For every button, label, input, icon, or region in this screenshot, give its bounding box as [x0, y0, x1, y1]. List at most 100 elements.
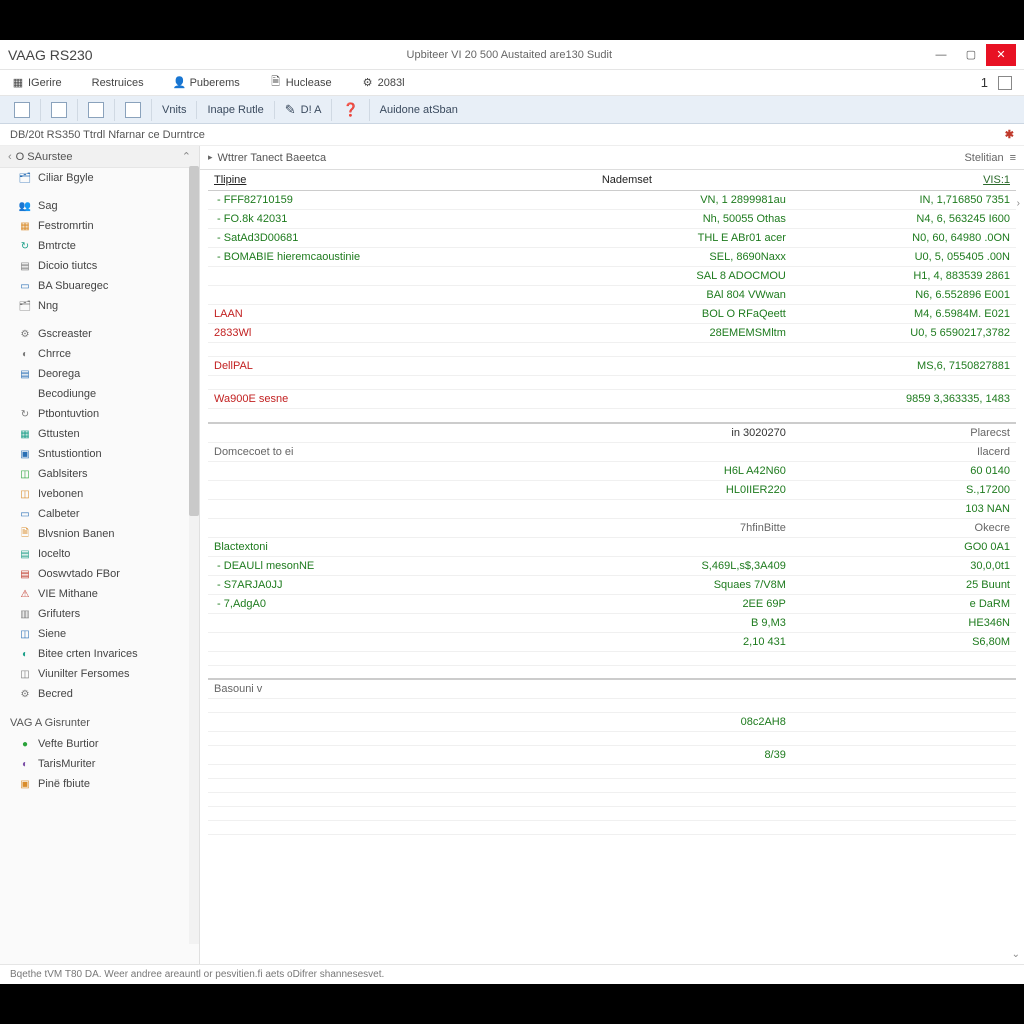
table-row[interactable]: - SatAd3D00681THL E ABr01 acerN0, 60, 64…	[208, 229, 1016, 248]
sidebar-item[interactable]: ▭Calbeter	[0, 504, 199, 524]
sidebar-item[interactable]: ▦Gttusten	[0, 424, 199, 444]
table-row[interactable]: BlactextoniGO0 0A1	[208, 537, 1016, 556]
table-row[interactable]: Domcecoet to eiIlacerd	[208, 442, 1016, 461]
ribbon-item-2[interactable]	[78, 99, 115, 121]
ribbon-item-4[interactable]: Vnits	[152, 101, 197, 119]
sidebar-item[interactable]: ⚙Becred	[0, 684, 199, 704]
scroll-right-icon[interactable]: ›	[1017, 198, 1020, 209]
table-row[interactable]: 2,10 431S6,80M	[208, 632, 1016, 651]
table-row[interactable]	[208, 665, 1016, 679]
table-row[interactable]: 8/39	[208, 746, 1016, 765]
sidebar-item[interactable]: Becodiunge	[0, 384, 199, 404]
table-row[interactable]: - DEAULl mesonNES,469L,s$,3A40930,0,0t1	[208, 556, 1016, 575]
table-row[interactable]: SAL 8 ADOCMOUH1, 4, 883539 2861	[208, 267, 1016, 286]
sidebar-item[interactable]: ◐Chrrce	[0, 344, 199, 364]
sidebar-item[interactable]: ↻Bmtrcte	[0, 236, 199, 256]
table-row[interactable]	[208, 732, 1016, 746]
sidebar-item[interactable]: 🗂Ciliar Bgyle	[0, 168, 199, 188]
sidebar-item[interactable]: ⚠VIE Mithane	[0, 584, 199, 604]
table-row[interactable]	[208, 821, 1016, 835]
table-row[interactable]: - S7ARJA0JJSquaes 7/V8M25 Buunt	[208, 575, 1016, 594]
sidebar-item[interactable]: ▣Sntustiontion	[0, 444, 199, 464]
close-button[interactable]: ✕	[986, 44, 1016, 66]
sidebar-item[interactable]: ▣Pinë fbiute	[0, 774, 199, 794]
ribbon-item-3[interactable]	[115, 99, 152, 121]
ribbon-item-6[interactable]: ✎D! A	[275, 99, 333, 121]
sheet-action[interactable]: Stelitian	[964, 152, 1003, 164]
table-row[interactable]: B 9,M3HE346N	[208, 613, 1016, 632]
table-row[interactable]	[208, 651, 1016, 665]
sheet-caret-icon[interactable]: ▸	[208, 152, 213, 163]
menu-item-1[interactable]: Restruices	[84, 74, 152, 92]
minimize-button[interactable]: —	[926, 44, 956, 66]
sidebar-collapse-icon[interactable]: ⌃	[182, 150, 191, 163]
table-row[interactable]: - BOMABIE hieremcaoustinieSEL, 8690NaxxU…	[208, 248, 1016, 267]
table-row[interactable]: 7hfinBitteOkecre	[208, 518, 1016, 537]
table-row[interactable]	[208, 807, 1016, 821]
table-row[interactable]: 08c2AH8	[208, 713, 1016, 732]
table-row[interactable]: BAl 804 VWwanN6, 6.552896 E001	[208, 286, 1016, 305]
table-row[interactable]: HL0IIER220S.,17200	[208, 480, 1016, 499]
menu-item-2[interactable]: 👤Puberems	[166, 74, 248, 92]
scroll-down-icon[interactable]: ⌄	[1012, 949, 1020, 960]
table-row[interactable]	[208, 793, 1016, 807]
sidebar-item[interactable]: ◫Gablsiters	[0, 464, 199, 484]
col-header-1[interactable]: Tlipine	[208, 170, 596, 191]
table-row[interactable]	[208, 699, 1016, 713]
table-row[interactable]: LAANBOL O RFaQeettM4, 6.5984M. E021	[208, 305, 1016, 324]
sidebar-item[interactable]: ◐Bitee crten Invarices	[0, 644, 199, 664]
table-row[interactable]: H6L A42N6060 0140	[208, 461, 1016, 480]
sidebar-item[interactable]: ↻Ptbontuvtion	[0, 404, 199, 424]
table-row[interactable]	[208, 343, 1016, 357]
sidebar-item[interactable]: ▤Deorega	[0, 364, 199, 384]
sidebar-item[interactable]: ▤Dicoio tiutcs	[0, 256, 199, 276]
breadcrumb-close-icon[interactable]: ✱	[1005, 128, 1014, 141]
table-row[interactable]	[208, 376, 1016, 390]
cell-c3: U0, 5, 055405 .00N	[792, 248, 1016, 267]
sidebar-item[interactable]: ⚙Gscreaster	[0, 324, 199, 344]
table-row[interactable]: DellPALMS,6, 7150827881	[208, 357, 1016, 376]
table-row[interactable]: in 3020270Plarecst	[208, 423, 1016, 443]
table-row[interactable]: 103 NAN	[208, 499, 1016, 518]
table-row[interactable]: 2833Wl28EMEMSMltmU0, 5 6590217,3782	[208, 324, 1016, 343]
sidebar-item[interactable]: 🗎Blvsnion Banen	[0, 524, 199, 544]
ribbon-item-7[interactable]: ❓	[332, 99, 369, 121]
table-row[interactable]: Basouni v	[208, 679, 1016, 699]
menu-item-0[interactable]: ▦IGerire	[4, 74, 70, 92]
sidebar-item[interactable]: 🗂Nng	[0, 296, 199, 316]
table-row[interactable]: Wa900E sesne9859 3,363335, 1483	[208, 390, 1016, 409]
sidebar-scrollbar[interactable]	[189, 166, 199, 944]
table-row[interactable]: - FFF82710159VN, 1 2899981auIN, 1,716850…	[208, 191, 1016, 210]
sidebar-item[interactable]: ◫Viunilter Fersomes	[0, 664, 199, 684]
sidebar-item[interactable]: ▭BA Sbuaregec	[0, 276, 199, 296]
col-header-3[interactable]: VIS:1	[792, 170, 1016, 191]
sidebar-item[interactable]: ▥Grifuters	[0, 604, 199, 624]
sidebar-item[interactable]: ◐TarisMuriter	[0, 754, 199, 774]
sidebar-item-label: Pinë fbiute	[38, 778, 90, 790]
table-row[interactable]: - 7,AdgA02EE 69Pe DaRM	[208, 594, 1016, 613]
sidebar-item[interactable]: ▤Iocelto	[0, 544, 199, 564]
table-row[interactable]	[208, 765, 1016, 779]
ribbon-item-0[interactable]	[4, 99, 41, 121]
table-row[interactable]	[208, 779, 1016, 793]
sidebar-header[interactable]: ‹ O SAurstee ⌃	[0, 146, 199, 168]
ribbon-item-1[interactable]	[41, 99, 78, 121]
sidebar-item[interactable]: ◫Ivebonen	[0, 484, 199, 504]
sidebar-item[interactable]: ▦Festromrtin	[0, 216, 199, 236]
sidebar-item[interactable]: ▤Ooswvtado FBor	[0, 564, 199, 584]
maximize-button[interactable]: ▢	[956, 44, 986, 66]
ribbon-item-8[interactable]: Auidone atSban	[370, 101, 468, 119]
menu-item-3[interactable]: 🗎Huclease	[262, 74, 340, 92]
sidebar-item[interactable]: ◫Siene	[0, 624, 199, 644]
menu-icon[interactable]: ≡	[1010, 152, 1016, 164]
table-row[interactable]: - FO.8k 42031Nh, 50055 OthasN4, 6, 56324…	[208, 210, 1016, 229]
sidebar-item[interactable]: ●Vefte Burtior	[0, 734, 199, 754]
sidebar-item[interactable]: 👥Sag	[0, 196, 199, 216]
ribbon-item-5[interactable]: Inape Rutle	[197, 101, 274, 119]
menu-item-4[interactable]: ⚙2083l	[354, 74, 413, 92]
col-header-2[interactable]: Nademset	[596, 170, 792, 191]
menu-square-icon[interactable]	[998, 76, 1012, 90]
cell-c1: - FO.8k 42031	[208, 210, 596, 229]
table-row[interactable]	[208, 409, 1016, 423]
cell-c3: e DaRM	[792, 594, 1016, 613]
